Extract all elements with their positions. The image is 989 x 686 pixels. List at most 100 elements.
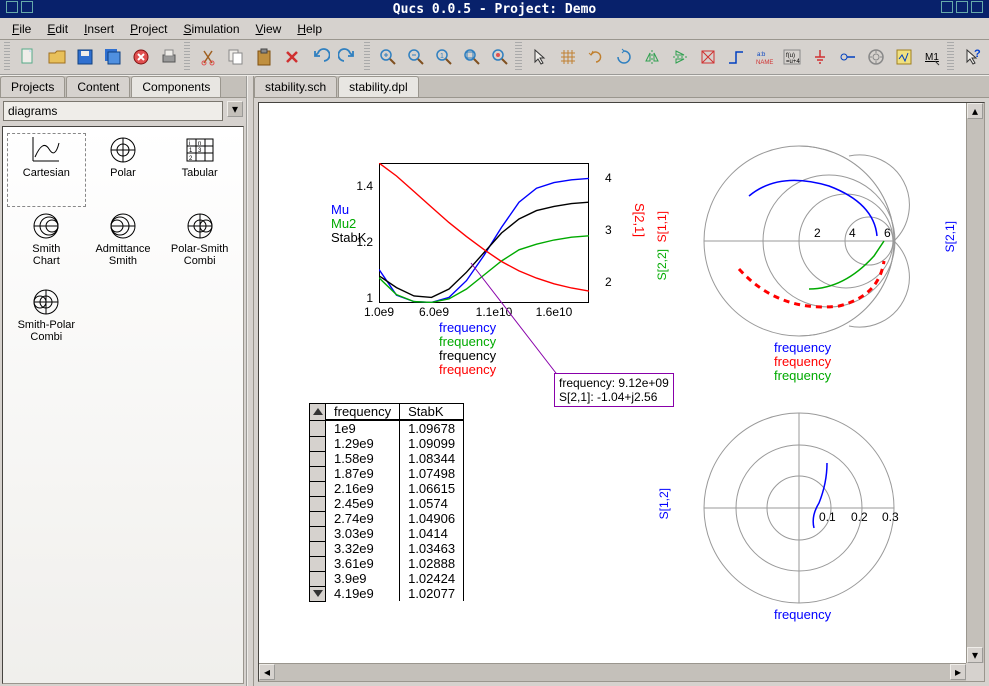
save-all-button[interactable] <box>100 43 126 71</box>
copy-button[interactable] <box>223 43 249 71</box>
horizontal-scrollbar[interactable]: ◂ ▸ <box>259 663 966 681</box>
table-cell: 1.02424 <box>400 571 464 586</box>
vertical-scrollbar[interactable]: ▴ ▾ <box>966 103 984 663</box>
svg-text:1: 1 <box>440 53 444 60</box>
grid-button[interactable] <box>555 43 581 71</box>
table-cell: 1.09678 <box>400 420 464 436</box>
toolbar-handle[interactable] <box>184 42 190 72</box>
wm-minimize-icon[interactable] <box>941 1 953 13</box>
menu-project[interactable]: Project <box>124 20 173 38</box>
diagram-tabular[interactable]: in132Tabular <box>162 135 237 205</box>
toolbar-handle[interactable] <box>364 42 370 72</box>
mirror-h-button[interactable] <box>639 43 665 71</box>
diagram-polar-smith-combi[interactable]: Polar-SmithCombi <box>162 211 237 281</box>
table-cell: 1.02888 <box>400 556 464 571</box>
menu-help[interactable]: Help <box>291 20 328 38</box>
marker-readout: frequency: 9.12e+09 S[2,1]: -1.04+j2.56 <box>554 373 674 407</box>
wm-icon[interactable] <box>6 1 18 13</box>
diagram-smith-polar-combi[interactable]: Smith-PolarCombi <box>9 287 84 357</box>
table-cell: 1.58e9 <box>326 451 400 466</box>
name-label-button[interactable]: a:bNAME <box>751 43 777 71</box>
wire-button[interactable] <box>723 43 749 71</box>
cut-button[interactable] <box>195 43 221 71</box>
cartesian-chart: Mu Mu2 StabK 1 1.2 1.4 2 3 4 S[2,1] <box>319 153 599 353</box>
diagram-admittance-smith[interactable]: AdmittanceSmith <box>86 211 161 281</box>
doc-tab-stability-dpl[interactable]: stability.dpl <box>338 76 418 97</box>
wm-maximize-icon[interactable] <box>956 1 968 13</box>
scroll-right-icon[interactable]: ▸ <box>950 664 966 680</box>
table-cell: 4.19e9 <box>326 586 400 601</box>
menu-insert[interactable]: Insert <box>78 20 120 38</box>
combo-dropdown-icon[interactable]: ▾ <box>227 101 243 117</box>
table-scroll-up-icon[interactable] <box>313 408 323 415</box>
mirror-v-button[interactable] <box>667 43 693 71</box>
diagram-smith-chart[interactable]: SmithChart <box>9 211 84 281</box>
zoom-all-button[interactable] <box>459 43 485 71</box>
diagram-polar[interactable]: Polar <box>86 135 161 205</box>
combo-value: diagrams <box>8 104 57 118</box>
paste-button[interactable] <box>251 43 277 71</box>
print-button[interactable] <box>156 43 182 71</box>
new-file-button[interactable] <box>15 43 41 71</box>
toolbar-handle[interactable] <box>515 42 521 72</box>
tab-components[interactable]: Components <box>131 76 221 97</box>
undo-button[interactable] <box>307 43 333 71</box>
menu-file[interactable]: File <box>6 20 37 38</box>
zoom-out-button[interactable] <box>403 43 429 71</box>
wm-close-icon[interactable] <box>971 1 983 13</box>
pointer-button[interactable] <box>527 43 553 71</box>
redo-wire-button[interactable] <box>583 43 609 71</box>
menu-view[interactable]: View <box>250 20 288 38</box>
delete-button[interactable] <box>279 43 305 71</box>
marker-button[interactable]: M1 <box>919 43 945 71</box>
right-axis-label: S[2,1] <box>632 203 647 237</box>
zoom-in-button[interactable] <box>375 43 401 71</box>
tab-content[interactable]: Content <box>66 76 130 97</box>
table-cell: 2.16e9 <box>326 481 400 496</box>
table-cell: 3.32e9 <box>326 541 400 556</box>
close-file-button[interactable] <box>128 43 154 71</box>
svg-text:NAME: NAME <box>756 60 773 66</box>
redo-button[interactable] <box>335 43 361 71</box>
table-cell: 1.0574 <box>400 496 464 511</box>
equation-button[interactable]: f(u)=u+4 <box>779 43 805 71</box>
svg-text:i: i <box>189 141 190 147</box>
canvas[interactable]: Mu Mu2 StabK 1 1.2 1.4 2 3 4 S[2,1] <box>258 102 985 682</box>
zoom-fit-button[interactable]: 1 <box>431 43 457 71</box>
wm-icon[interactable] <box>21 1 33 13</box>
table-scroll-down-icon[interactable] <box>313 590 323 597</box>
scroll-left-icon[interactable]: ◂ <box>259 664 275 680</box>
document-area: stability.schstability.dpl Mu Mu2 StabK … <box>254 76 989 686</box>
simulate-button[interactable] <box>863 43 889 71</box>
y-ticks-right: 2 3 4 <box>601 163 627 303</box>
diagram-palette: CartesianPolarin132Tabular SmithChartAdmi… <box>2 126 244 684</box>
table-cell: 1.08344 <box>400 451 464 466</box>
svg-text:2: 2 <box>814 226 821 240</box>
scroll-up-icon[interactable]: ▴ <box>967 103 983 119</box>
toolbar-handle[interactable] <box>947 42 953 72</box>
toolbar-handle[interactable] <box>4 42 10 72</box>
save-button[interactable] <box>72 43 98 71</box>
menu-simulation[interactable]: Simulation <box>177 20 245 38</box>
table-cell: 3.61e9 <box>326 556 400 571</box>
open-file-button[interactable] <box>44 43 70 71</box>
table-cell: 1.02077 <box>400 586 464 601</box>
polar-plot: 0.10.20.3 <box>679 408 919 608</box>
view-results-button[interactable] <box>891 43 917 71</box>
scroll-down-icon[interactable]: ▾ <box>967 647 983 663</box>
diagram-cartesian[interactable]: Cartesian <box>9 135 84 205</box>
tab-projects[interactable]: Projects <box>0 76 65 97</box>
rotate-button[interactable] <box>611 43 637 71</box>
category-combo[interactable]: diagrams <box>3 101 223 121</box>
scrollbar-corner <box>966 663 984 681</box>
polar-freq-legend: frequency <box>774 608 831 622</box>
menu-edit[interactable]: Edit <box>41 20 74 38</box>
zoom-area-button[interactable] <box>487 43 513 71</box>
table-cell: 1.04906 <box>400 511 464 526</box>
help-button[interactable]: ? <box>959 43 985 71</box>
deactivate-button[interactable] <box>695 43 721 71</box>
svg-text:M1: M1 <box>925 52 939 63</box>
port-button[interactable] <box>835 43 861 71</box>
doc-tab-stability-sch[interactable]: stability.sch <box>254 76 337 97</box>
ground-button[interactable] <box>807 43 833 71</box>
